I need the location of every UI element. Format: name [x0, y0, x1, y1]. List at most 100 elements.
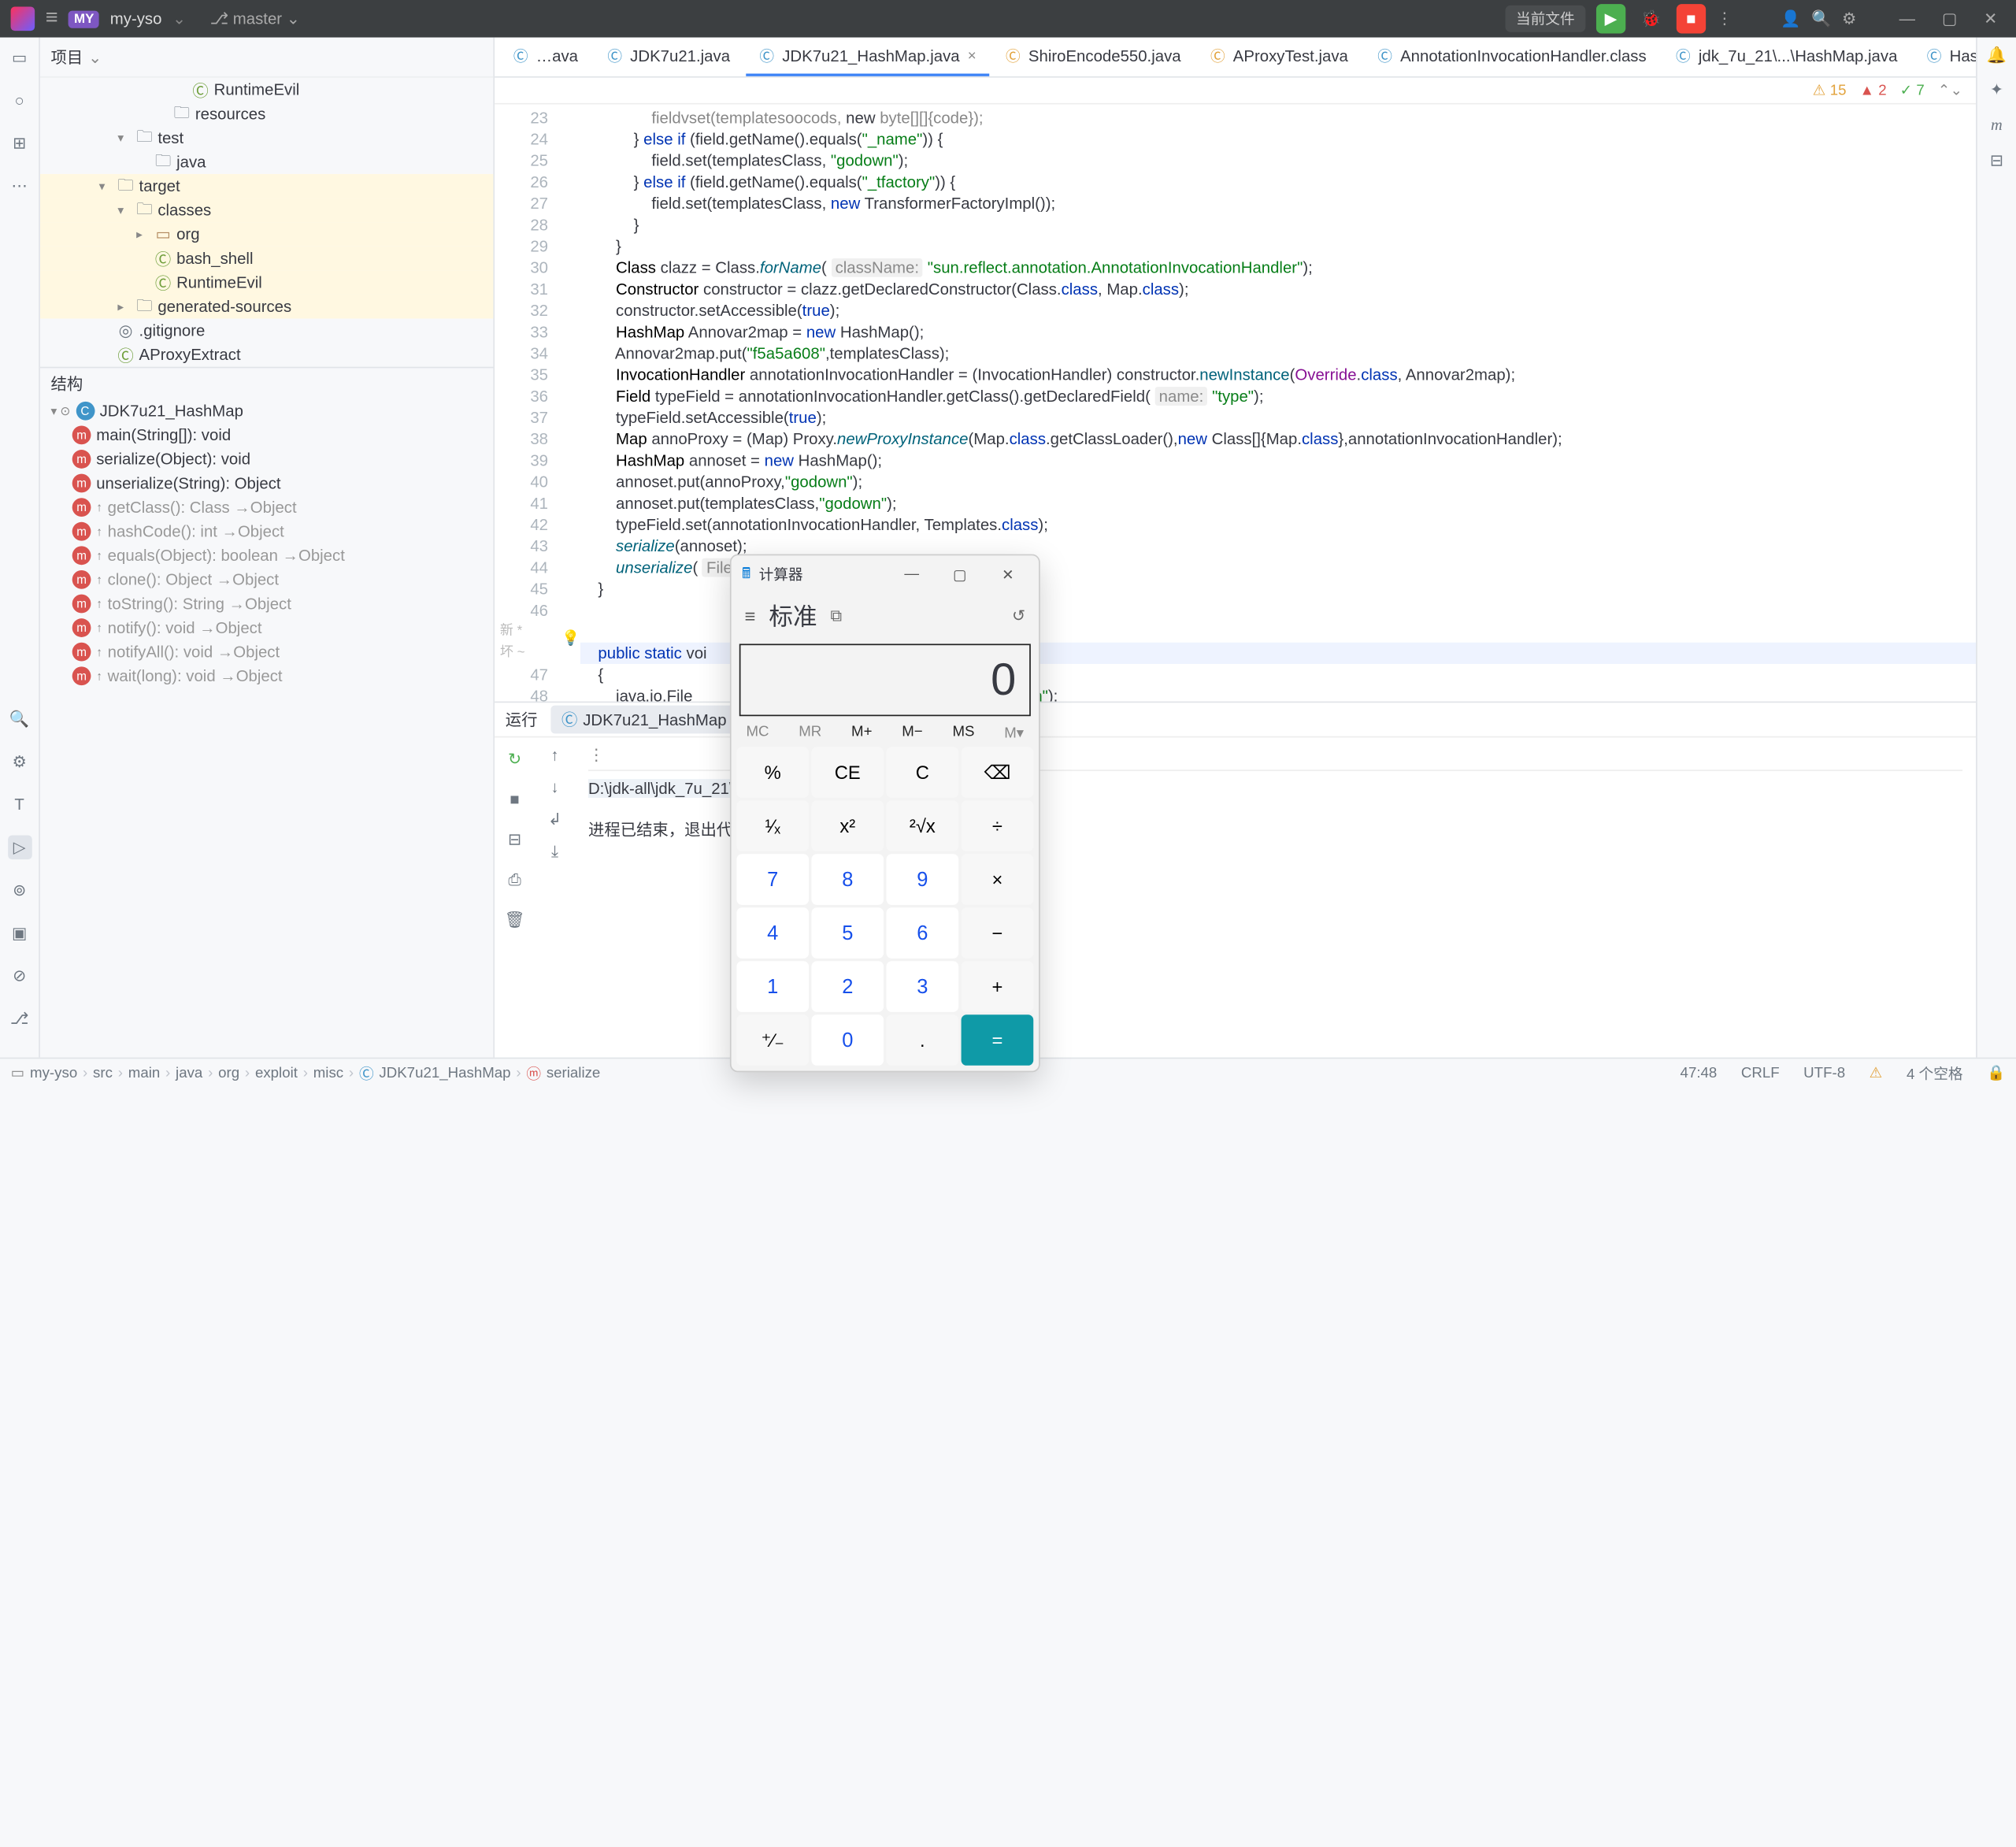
- calc-mem-ms[interactable]: MS: [952, 724, 974, 741]
- breadcrumb[interactable]: ▭ my-yso › src › main › java › org › exp…: [11, 1063, 601, 1084]
- calc-key-6[interactable]: 6: [887, 907, 959, 959]
- editor-gutter[interactable]: 2324252627282930313233343536373839404142…: [495, 105, 561, 702]
- editor-tab[interactable]: ⒸJDK7u21.java: [594, 38, 743, 76]
- tree-item[interactable]: ▸🗀generated-sources: [40, 295, 493, 319]
- struct-item[interactable]: mmain(String[]): void: [40, 423, 493, 447]
- calc-key-%[interactable]: %: [736, 747, 809, 798]
- run-tool-icon[interactable]: ▷: [7, 835, 32, 859]
- run-config-selector[interactable]: 当前文件: [1505, 6, 1585, 32]
- stop-run-button[interactable]: ■: [502, 786, 528, 813]
- calc-key-3[interactable]: 3: [887, 961, 959, 1012]
- debug-button[interactable]: 🐞: [1636, 4, 1666, 33]
- tree-item[interactable]: ▸▭org: [40, 222, 493, 247]
- calc-key-8[interactable]: 8: [811, 854, 884, 905]
- calc-key-x²[interactable]: x²: [811, 800, 884, 851]
- pin-button[interactable]: ⎙: [502, 866, 528, 893]
- tree-item[interactable]: ◎.gitignore: [40, 318, 493, 343]
- calc-key-.[interactable]: .: [887, 1014, 959, 1066]
- errors-count[interactable]: ▲ 2: [1860, 83, 1887, 98]
- database-icon[interactable]: ⊟: [1990, 151, 2003, 170]
- editor-tab[interactable]: ⒸShiroEncode550.java: [992, 38, 1194, 76]
- calc-key-5[interactable]: 5: [811, 907, 884, 959]
- search-icon[interactable]: 🔍: [1811, 9, 1831, 28]
- struct-item[interactable]: m↑notify(): void →Object: [40, 616, 493, 640]
- calc-key-+[interactable]: +: [962, 961, 1034, 1012]
- tree-item[interactable]: 🗀java: [40, 150, 493, 174]
- calculator-window[interactable]: 🖩 计算器 — ▢ ✕ ≡ 标准 ⧉ ↺ 0 MCMRM+M−MSM▾ %CEC…: [730, 554, 1040, 1073]
- calc-key-⌫[interactable]: ⌫: [962, 747, 1034, 798]
- inspection-summary[interactable]: ⚠ 15 ▲ 2 ✓ 7 ⌃⌄: [495, 78, 1976, 105]
- more-icon[interactable]: ⋮: [1717, 9, 1732, 28]
- cursor-position[interactable]: 47:48: [1681, 1065, 1718, 1081]
- calc-minimize-button[interactable]: —: [891, 566, 932, 582]
- settings-icon[interactable]: ⚙: [1842, 9, 1856, 28]
- vcs-branch[interactable]: ⎇ master ⌄: [210, 9, 300, 28]
- notifications-icon[interactable]: 🔔: [1987, 46, 2007, 65]
- intention-bulb-icon[interactable]: 💡: [561, 629, 580, 647]
- calc-key-C[interactable]: C: [887, 747, 959, 798]
- close-window-button[interactable]: ✕: [1976, 9, 2005, 28]
- layout-button[interactable]: ⊟: [502, 826, 528, 853]
- soft-wrap-button[interactable]: ↲: [548, 810, 561, 829]
- account-icon[interactable]: 👤: [1781, 9, 1800, 28]
- problems-tool-icon[interactable]: ⊘: [7, 964, 32, 988]
- calc-key-¹⁄ₓ[interactable]: ¹⁄ₓ: [736, 800, 809, 851]
- vcs-tool-icon[interactable]: ⎇: [7, 1007, 32, 1031]
- scroll-end-button[interactable]: ⤓: [551, 842, 558, 862]
- calc-key-0[interactable]: 0: [811, 1014, 884, 1066]
- lock-icon[interactable]: 🔒: [1987, 1064, 2005, 1081]
- editor-tab[interactable]: ⒸJDK7u21_HashMap.java×: [746, 38, 989, 76]
- calc-key-9[interactable]: 9: [887, 854, 959, 905]
- calc-key-÷[interactable]: ÷: [962, 800, 1034, 851]
- tree-item[interactable]: ⒸAProxyExtract: [40, 343, 493, 367]
- structure-tool-icon[interactable]: ⊞: [7, 132, 32, 156]
- calc-key-7[interactable]: 7: [736, 854, 809, 905]
- calc-key-²√x[interactable]: ²√x: [887, 800, 959, 851]
- project-tree[interactable]: ⒸRuntimeEvil 🗀resources▾🗀test🗀java▾🗀targe…: [40, 78, 493, 367]
- calc-key-⁺⁄₋[interactable]: ⁺⁄₋: [736, 1014, 809, 1066]
- calc-key-×[interactable]: ×: [962, 854, 1034, 905]
- tree-item[interactable]: Ⓒbash_shell: [40, 247, 493, 271]
- calc-close-button[interactable]: ✕: [988, 566, 1028, 583]
- struct-item[interactable]: m↑notifyAll(): void →Object: [40, 640, 493, 664]
- up-button[interactable]: ↑: [550, 746, 558, 765]
- typos-count[interactable]: ✓ 7: [1900, 82, 1925, 99]
- main-menu-icon[interactable]: ≡: [46, 6, 58, 31]
- services-tool-icon[interactable]: ⚙: [7, 750, 32, 774]
- calc-key-2[interactable]: 2: [811, 961, 884, 1012]
- todo-tool-icon[interactable]: T: [7, 792, 32, 817]
- calc-key-=[interactable]: =: [962, 1014, 1034, 1066]
- warnings-count[interactable]: ⚠ 15: [1813, 82, 1847, 99]
- tree-item[interactable]: ▾🗀test: [40, 126, 493, 150]
- maximize-button[interactable]: ▢: [1934, 9, 1966, 28]
- tree-item[interactable]: 🗀resources: [40, 102, 493, 126]
- calculator-titlebar[interactable]: 🖩 计算器 — ▢ ✕: [732, 555, 1039, 593]
- commit-tool-icon[interactable]: ○: [7, 88, 32, 113]
- tree-item[interactable]: ▾🗀classes: [40, 198, 493, 223]
- calc-key-4[interactable]: 4: [736, 907, 809, 959]
- down-button[interactable]: ↓: [550, 777, 558, 796]
- readonly-icon[interactable]: ⚠: [1870, 1064, 1883, 1081]
- editor-tab[interactable]: Ⓒ…ava: [500, 38, 591, 76]
- tree-item[interactable]: ▾🗀target: [40, 174, 493, 198]
- terminal-tool-icon[interactable]: ▣: [7, 921, 32, 945]
- project-tool-icon[interactable]: ▭: [7, 46, 32, 70]
- calc-key-CE[interactable]: CE: [811, 747, 884, 798]
- build-tool-icon[interactable]: ⊚: [7, 878, 32, 903]
- file-encoding[interactable]: UTF-8: [1803, 1065, 1845, 1081]
- maven-icon[interactable]: m: [1991, 115, 2003, 135]
- run-config-tab[interactable]: Ⓒ JDK7u21_HashMap ×: [550, 706, 751, 734]
- struct-root[interactable]: ▾ ⊙ C JDK7u21_HashMap: [40, 399, 493, 423]
- calc-mem-m+[interactable]: M+: [851, 724, 872, 741]
- struct-item[interactable]: m↑wait(long): void →Object: [40, 664, 493, 688]
- struct-item[interactable]: mserialize(Object): void: [40, 447, 493, 472]
- calc-pin-icon[interactable]: ⧉: [831, 606, 843, 625]
- calc-history-icon[interactable]: ↺: [1012, 606, 1025, 625]
- tree-item[interactable]: ⒸRuntimeEvil: [40, 270, 493, 295]
- editor-tab[interactable]: ⒸAnnotationInvocationHandler.class: [1364, 38, 1659, 76]
- ai-icon[interactable]: ✦: [1990, 80, 2003, 99]
- minimize-button[interactable]: —: [1891, 9, 1923, 28]
- stop-button[interactable]: ■: [1677, 4, 1706, 33]
- project-name[interactable]: my-yso: [110, 9, 162, 28]
- struct-item[interactable]: m↑clone(): Object →Object: [40, 568, 493, 592]
